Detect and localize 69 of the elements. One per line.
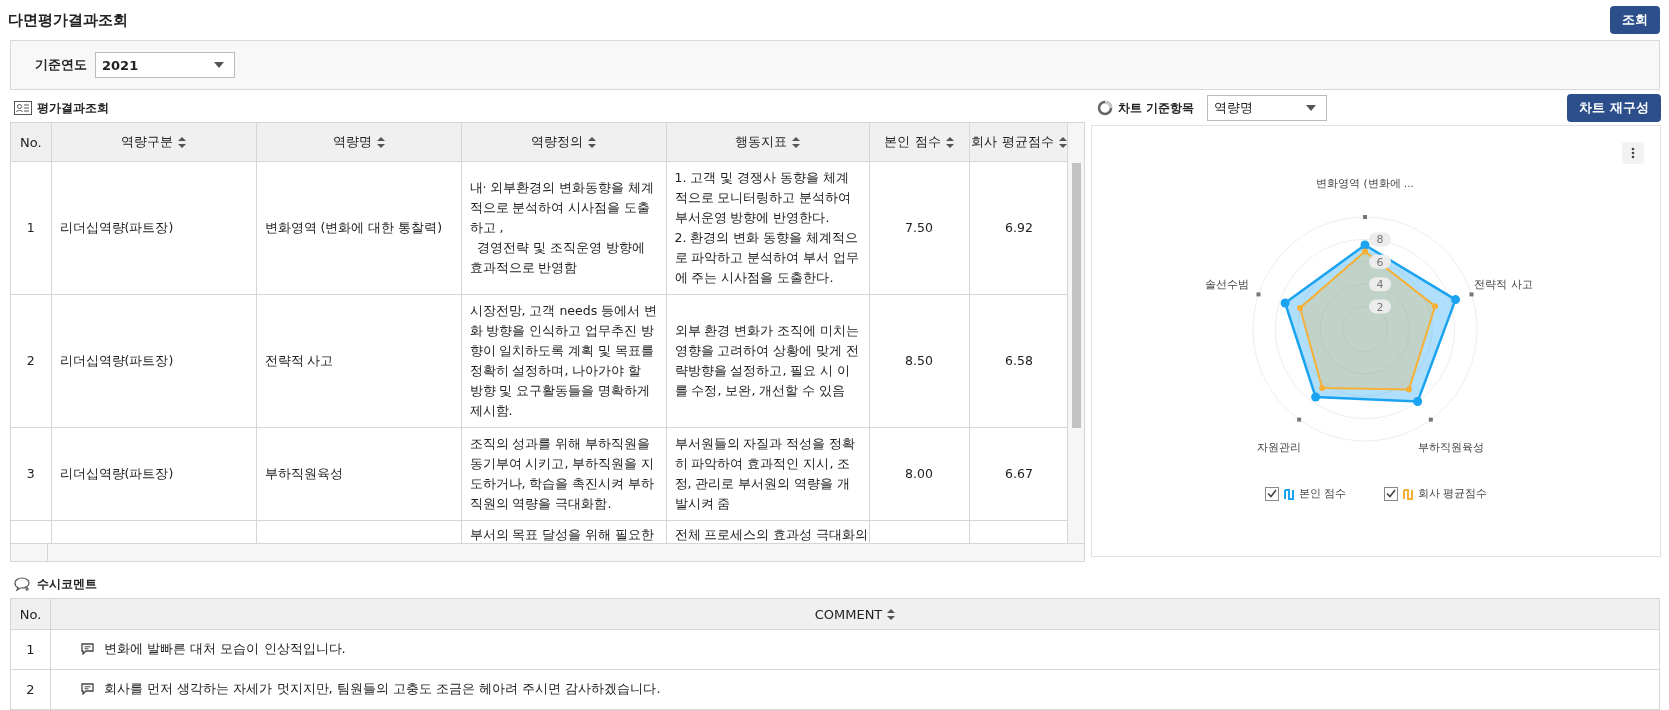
axis-label: 자원관리: [1257, 440, 1302, 453]
column-header[interactable]: 역량구분: [51, 123, 256, 162]
y-tick-label: 6: [1376, 255, 1384, 269]
table-cell: 전체 프로세스의 효과성 극대화의: [674, 527, 869, 542]
table-cell: 내· 외부환경의 변화동향을 체계적으로 분석하여 시사점을 도출하고 , 경영전략 및 조직운영 방향에 효과적으로 반영함: [469, 180, 655, 275]
table-cell: 부하직원육성: [264, 466, 343, 481]
legend-label: 회사 평균점수: [1418, 486, 1488, 501]
filter-label: 기준연도: [35, 56, 87, 74]
axis-label: 솔선수범: [1204, 278, 1249, 290]
axis-label: 변화영역 (변화에 ...: [1316, 177, 1414, 190]
legend-label: 본인 점수: [1298, 486, 1346, 501]
chart-basis-select[interactable]: 역량명: [1207, 95, 1328, 121]
table-cell: 6.58: [1005, 353, 1033, 368]
comment-text: 변화에 발빠른 대처 모습이 인상적입니다.: [104, 639, 346, 658]
table-cell: 1: [26, 220, 35, 235]
column-header[interactable]: COMMENT: [50, 598, 1660, 630]
column-label: 행동지표: [735, 133, 787, 151]
table-cell: 부서원들의 자질과 적성을 정확히 파악하여 효과적인 지시, 조정, 관리로 부서원의 역량을 개발시켜 줌: [674, 436, 856, 511]
table-cell: 7.50: [905, 220, 933, 235]
column-label: 역량정의: [531, 133, 583, 151]
table-cell: 1: [26, 641, 35, 657]
table-cell-text: 외부 환경 변화가 조직에 미치는 영향을 고려하여 상황에 맞게 전략방향을 설정하고, 필요 시 이를 수정, 보완, 개선할 수 있음: [674, 323, 861, 398]
chart-basis-label: 차트 기준항목: [1118, 99, 1195, 117]
rebuild-chart-button[interactable]: 차트 재구성: [1567, 94, 1661, 122]
column-header[interactable]: 역량명: [256, 123, 461, 162]
table-cell: 1. 고객 및 경쟁사 동향을 체계적으로 모니터링하고 분석하여 부서운영 방향에 반영한다. 2. 환경의 변화 동향을 체계적으로 파악하고 분석하여 부서 업무에 주는 시사점을 도출한다.: [674, 170, 860, 285]
page-title: 다면평가결과조회: [8, 10, 128, 30]
table-cell: 리더십역량(파트장): [59, 220, 174, 235]
table-cell: 6.92: [1005, 220, 1033, 235]
y-tick-label: 4: [1376, 278, 1384, 292]
column-label: 회사 평균점수: [971, 133, 1054, 151]
table-cell: 6.67: [1005, 466, 1033, 481]
table-cell: 부서의 목표 달성을 위해 필요한: [469, 527, 655, 542]
table-cell: 변화영역 (변화에 대한 통찰력): [264, 220, 443, 235]
year-select[interactable]: 2021: [95, 52, 235, 78]
table-cell: 조직의 성과를 위해 부하직원을 동기부여 시키고, 부하직원을 지도하거나, 학습을 촉진시켜 부하직원의 역량을 극대화함.: [469, 436, 655, 511]
table-cell: 3: [26, 466, 35, 481]
tick-label: 2: [1369, 299, 1391, 314]
tick-label: 6: [1369, 254, 1391, 269]
column-label: COMMENT: [814, 606, 883, 622]
y-tick-label: 2: [1376, 300, 1384, 314]
column-label: No.: [19, 134, 42, 150]
column-label: 본인 점수: [884, 133, 941, 151]
tick-label: 8: [1369, 232, 1391, 247]
column-header[interactable]: 본인 점수: [869, 123, 969, 162]
axis-label: 전략적 사고: [1474, 278, 1533, 290]
column-label: 역량명: [332, 133, 372, 151]
table-cell: 리더십역량(파트장): [59, 353, 174, 368]
column-header[interactable]: 역량정의: [461, 123, 666, 162]
axis-label: 부하직원육성: [1417, 440, 1484, 453]
table-cell: 8.50: [905, 353, 933, 368]
section-title: 수시코멘트: [37, 575, 97, 593]
table-cell: 2: [26, 353, 35, 368]
column-label: No.: [19, 606, 42, 622]
search-button[interactable]: 조회: [1610, 6, 1660, 34]
tick-label: 4: [1369, 277, 1391, 292]
table-cell: 2: [26, 681, 35, 697]
column-label: 역량구분: [121, 133, 173, 151]
column-header[interactable]: No.: [10, 598, 51, 630]
column-header[interactable]: 회사 평균점수: [969, 123, 1068, 162]
table-cell: 시장전망, 고객 needs 등에서 변화 방향을 인식하고 업무추진 방향이 일치하도록 계획 및 목표를 정확히 설정하며, 나아가야 할 방향 및 요구활동들을 명확하게 제시함.: [469, 303, 659, 418]
table-cell: 전략적 사고: [264, 353, 334, 368]
y-tick-label: 8: [1376, 233, 1384, 247]
column-header[interactable]: No.: [11, 123, 51, 162]
section-title: 평가결과조회: [37, 99, 109, 117]
column-header[interactable]: 행동지표: [666, 123, 869, 162]
table-cell: 8.00: [905, 466, 933, 481]
table-cell: 리더십역량(파트장): [59, 466, 174, 481]
comment-text: 회사를 먼저 생각하는 자세가 멋지지만, 팀원들의 고충도 조금은 헤아려 주시면 감사하겠습니다.: [104, 679, 661, 698]
